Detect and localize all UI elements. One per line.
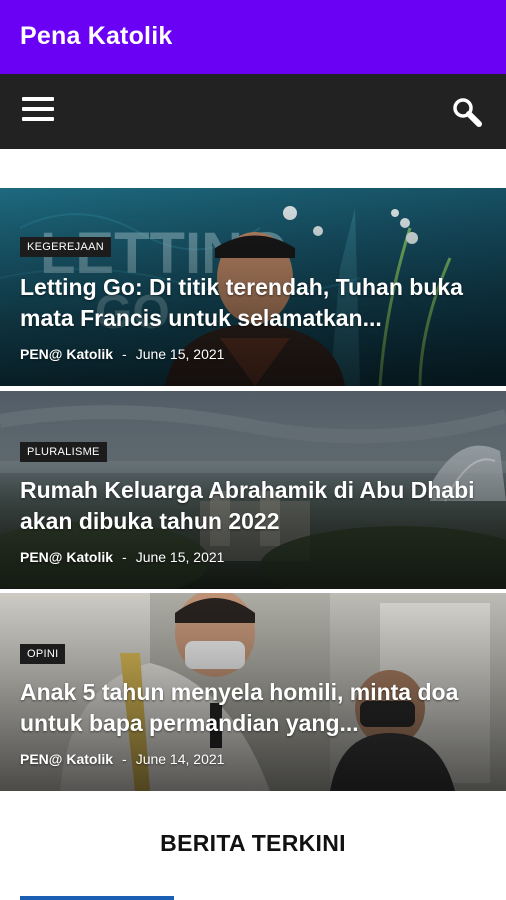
article-card[interactable]: LETTING GO KEGEREJAAN Letting Go: Di tit… [0, 188, 506, 386]
article-title[interactable]: Letting Go: Di titik terendah, Tuhan buk… [20, 272, 490, 334]
article-card[interactable]: OPINI Anak 5 tahun menyela homili, minta… [0, 593, 506, 791]
section-underline [20, 896, 174, 900]
toolbar [0, 74, 506, 149]
article-date: June 15, 2021 [135, 549, 225, 565]
meta-separator: - [122, 751, 127, 767]
article-meta: PEN@ Katolik - June 15, 2021 [20, 549, 224, 565]
article-meta: PEN@ Katolik - June 14, 2021 [20, 751, 224, 767]
category-badge[interactable]: OPINI [20, 644, 66, 664]
app-title: Pena Katolik [20, 22, 173, 50]
search-icon[interactable] [449, 94, 485, 130]
app-bar: Pena Katolik [0, 0, 506, 74]
article-author[interactable]: PEN@ Katolik [20, 346, 113, 362]
article-date: June 14, 2021 [135, 751, 225, 767]
meta-separator: - [122, 346, 127, 362]
article-meta: PEN@ Katolik - June 15, 2021 [20, 346, 224, 362]
article-author[interactable]: PEN@ Katolik [20, 751, 113, 767]
hamburger-menu-icon[interactable] [22, 97, 54, 125]
meta-separator: - [122, 549, 127, 565]
article-author[interactable]: PEN@ Katolik [20, 549, 113, 565]
article-date: June 15, 2021 [135, 346, 225, 362]
section-title: BERITA TERKINI [160, 830, 346, 856]
article-title[interactable]: Rumah Keluarga Abrahamik di Abu Dhabi ak… [20, 475, 490, 537]
category-badge[interactable]: PLURALISME [20, 442, 107, 462]
article-card[interactable]: PLURALISME Rumah Keluarga Abrahamik di A… [0, 391, 506, 589]
article-title[interactable]: Anak 5 tahun menyela homili, minta doa u… [20, 677, 490, 739]
category-badge[interactable]: KEGEREJAAN [20, 237, 111, 257]
